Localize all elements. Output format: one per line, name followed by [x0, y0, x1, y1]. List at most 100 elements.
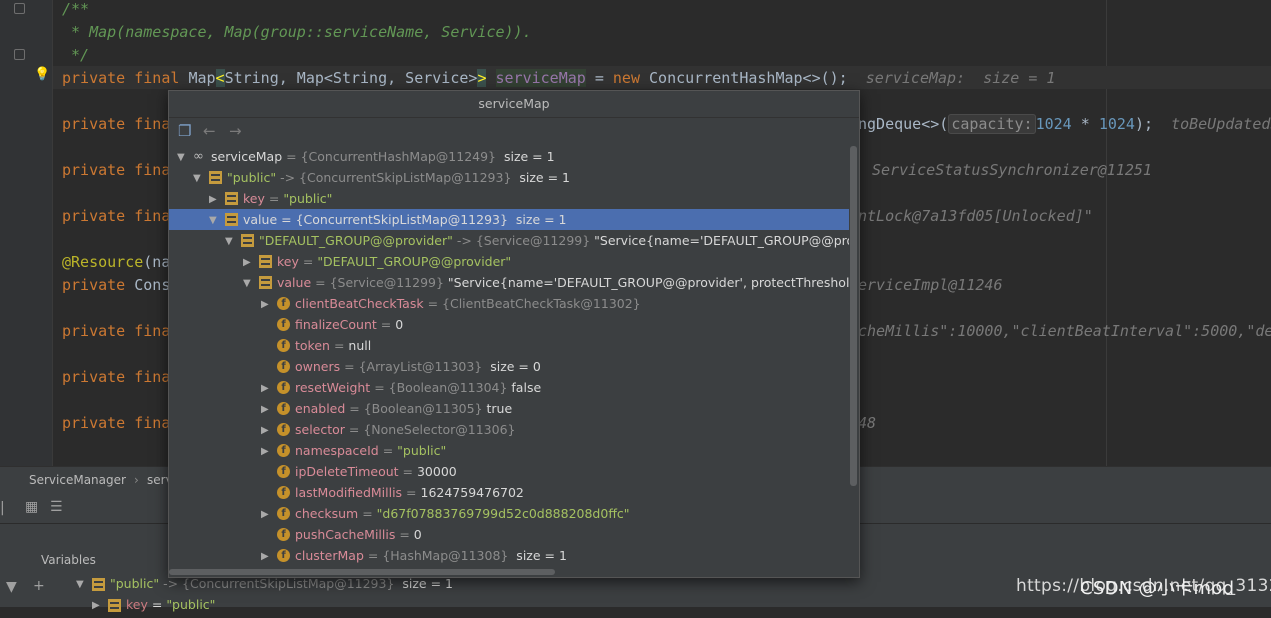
expand-arrow-icon[interactable]: ▶ [261, 546, 269, 566]
tree-node-text: enabled = {Boolean@11305} true [295, 401, 513, 416]
tab-variables[interactable]: Variables [41, 553, 96, 567]
tree-node-text: value = {Service@11299} "Service{name='D… [277, 275, 849, 290]
map-entry-icon [241, 234, 254, 247]
inline-value-hint: serviceMap: size = 1 [865, 69, 1056, 87]
expand-arrow-icon[interactable]: ▶ [261, 399, 269, 419]
tree-node[interactable]: ▶ f clusterMap = {HashMap@11308} size = 1 [169, 545, 849, 566]
field-icon: f [277, 549, 290, 562]
code-line-tail: ngDeque<>(capacity: 1024 * 1024); toBeUpd… [858, 114, 1271, 134]
tree-node-text: checksum = "d67f07883769799d52c0d888208d… [295, 506, 630, 521]
collapse-arrow-icon[interactable]: ▼ [209, 210, 217, 230]
map-entry-icon [209, 171, 222, 184]
tree-node-text: serviceMap = {ConcurrentHashMap@11249} s… [211, 149, 555, 164]
code-line-resource: @Resource(na [62, 253, 171, 271]
code-line: private fina [62, 368, 171, 386]
tree-node-text: value = {ConcurrentSkipListMap@11293} si… [243, 212, 567, 227]
inline-value-hint: 48 [858, 414, 877, 432]
tree-node[interactable]: f token = null [169, 335, 849, 356]
inline-value-hint: ntLock@7a13fd05[Unlocked]" [858, 207, 1093, 225]
tree-node[interactable]: f lastModifiedMillis = 1624759476702 [169, 482, 849, 503]
tree-node[interactable]: ▶ f clientBeatCheckTask = {ClientBeatCheck… [169, 293, 849, 314]
tree-node[interactable]: ▼ value = {ConcurrentSkipListMap@11293} s… [169, 209, 849, 230]
tree-node-text: selector = {NoneSelector@11306} [295, 422, 516, 437]
tree-node[interactable]: ▶ f resetWeight = {Boolean@11304} false [169, 377, 849, 398]
value-inspector-popup[interactable]: serviceMap ❐ ← → ▼ ∞ serviceMap = {Concurr… [168, 90, 860, 578]
fold-marker-icon[interactable] [14, 49, 25, 60]
expand-arrow-icon[interactable]: ▶ [261, 504, 269, 524]
add-watch-icon[interactable]: + [33, 578, 45, 594]
expand-arrow-icon[interactable]: ▶ [209, 189, 217, 209]
tree-node[interactable]: f finalizeCount = 0 [169, 314, 849, 335]
code-line: private Cons [62, 276, 171, 294]
collapse-arrow-icon[interactable]: ▼ [193, 168, 201, 188]
collapse-arrow-icon[interactable]: ▼ [76, 579, 84, 590]
inline-value-hint: erviceImpl@11246 [858, 276, 1003, 294]
tree-node[interactable]: ▼ value = {Service@11299} "Service{name='… [169, 272, 849, 293]
field-icon: f [277, 465, 290, 478]
tree-node[interactable]: f pushCacheMillis = 0 [169, 524, 849, 545]
inline-value-hint: cheMillis":10000,"clientBeatInterval":50… [858, 322, 1271, 340]
code-line: private fina [62, 322, 171, 340]
tree-node[interactable]: ▼ "public" -> {ConcurrentSkipListMap@1129… [169, 167, 849, 188]
tree-node[interactable]: f ipDeleteTimeout = 30000 [169, 461, 849, 482]
code-line: private fina [62, 207, 171, 225]
frames-icon[interactable]: | [0, 500, 5, 516]
code-line: private fina [62, 414, 171, 432]
list-icon[interactable]: ☰ [50, 499, 63, 515]
map-entry-icon [259, 276, 272, 289]
forward-arrow-icon[interactable]: → [229, 122, 242, 140]
map-entry-icon [225, 213, 238, 226]
expand-arrow-icon[interactable]: ▶ [243, 252, 251, 272]
expand-arrow-icon[interactable]: ▶ [261, 441, 269, 461]
tree-node-text: finalizeCount = 0 [295, 317, 404, 332]
code-line: private fina [62, 115, 171, 133]
expand-arrow-icon[interactable]: ▶ [261, 378, 269, 398]
code-comment-line: */ [62, 46, 90, 64]
map-entry-icon [259, 255, 272, 268]
filter-icon[interactable]: ▼ [6, 579, 17, 595]
map-entry-icon [225, 192, 238, 205]
tree-node[interactable]: ▶ f checksum = "d67f07883769799d52c0d88820… [169, 503, 849, 524]
entry-icon [108, 599, 121, 612]
tree-node[interactable]: ▶ f namespaceId = "public" [169, 440, 849, 461]
tree-node-text: token = null [295, 338, 372, 353]
expand-arrow-icon[interactable]: ▶ [92, 600, 100, 611]
field-icon: f [277, 444, 290, 457]
collapse-arrow-icon[interactable]: ▼ [225, 231, 233, 251]
field-icon: f [277, 402, 290, 415]
expand-arrow-icon[interactable]: ▶ [261, 294, 269, 314]
expand-arrow-icon[interactable]: ▶ [261, 420, 269, 440]
tree-node-text: lastModifiedMillis = 1624759476702 [295, 485, 524, 500]
vertical-scrollbar[interactable] [849, 146, 858, 576]
popup-title: serviceMap [169, 91, 859, 118]
entry-icon [92, 578, 105, 591]
field-icon: f [277, 318, 290, 331]
field-icon: f [277, 423, 290, 436]
tree-node-text: pushCacheMillis = 0 [295, 527, 422, 542]
lightbulb-icon[interactable]: 💡 [34, 67, 50, 82]
collapse-arrow-icon[interactable]: ▼ [177, 147, 185, 167]
value-tree[interactable]: ▼ ∞ serviceMap = {ConcurrentHashMap@11249}… [169, 146, 849, 571]
inline-value-hint: ServiceStatusSynchronizer@11251 [872, 161, 1152, 179]
tree-node[interactable]: ▶ f enabled = {Boolean@11305} true [169, 398, 849, 419]
field-icon: f [277, 507, 290, 520]
tree-node[interactable]: ▼ "DEFAULT_GROUP@@provider" -> {Service@1… [169, 230, 849, 251]
horizontal-scrollbar[interactable] [169, 569, 555, 575]
back-arrow-icon[interactable]: ← [203, 122, 216, 140]
field-icon: f [277, 381, 290, 394]
fold-marker-icon[interactable] [14, 3, 25, 14]
table-icon[interactable]: ▦ [25, 499, 38, 515]
breadcrumb-item-class[interactable]: ServiceManager [29, 473, 126, 487]
restore-layout-icon[interactable]: ❐ [178, 122, 191, 140]
code-comment-line: /** [62, 0, 90, 18]
scrollbar-thumb[interactable] [850, 146, 857, 486]
tree-node[interactable]: ▶ key = "DEFAULT_GROUP@@provider" [169, 251, 849, 272]
tree-node[interactable]: ▼ ∞ serviceMap = {ConcurrentHashMap@11249}… [169, 146, 849, 167]
tree-node[interactable]: f owners = {ArrayList@11303} size = 0 [169, 356, 849, 377]
tree-node[interactable]: ▶ f selector = {NoneSelector@11306} [169, 419, 849, 440]
tree-node[interactable]: ▶ key = "public" [169, 188, 849, 209]
field-icon: f [277, 360, 290, 373]
field-icon: f [277, 339, 290, 352]
collapse-arrow-icon[interactable]: ▼ [243, 273, 251, 293]
field-icon: f [277, 528, 290, 541]
